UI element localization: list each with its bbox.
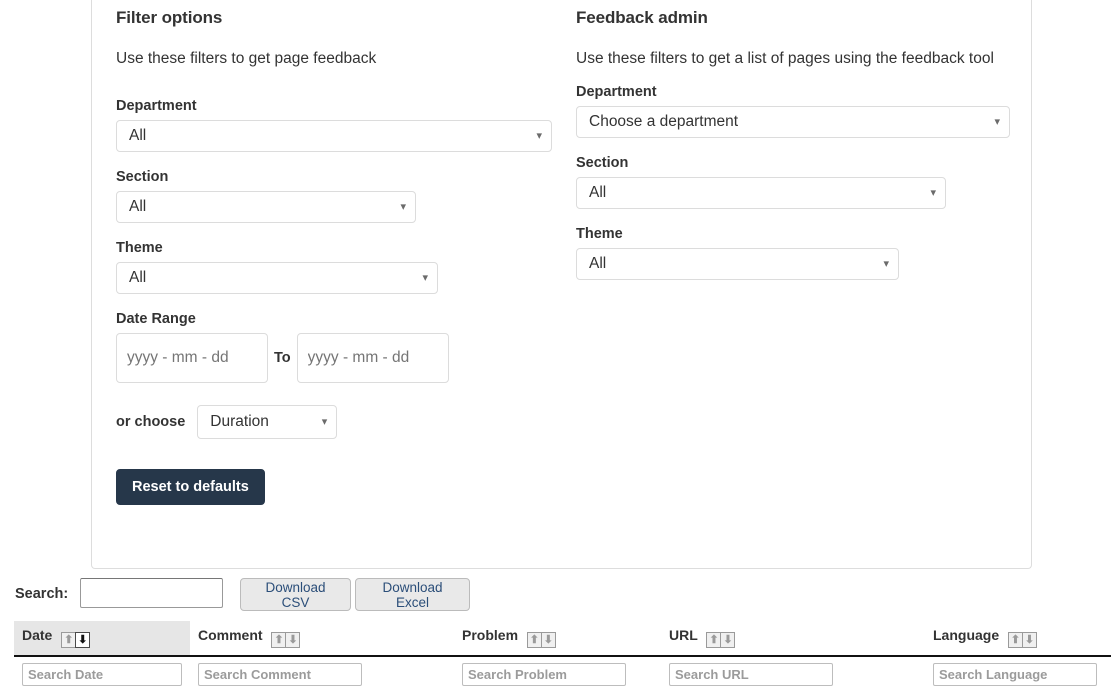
select-admin-section[interactable]: All ▾ bbox=[576, 177, 946, 209]
field-group-theme: Theme All ▾ bbox=[116, 240, 556, 294]
column-header-date-label: Date bbox=[22, 627, 52, 643]
column-header-problem[interactable]: Problem ⬆⬇ bbox=[454, 621, 661, 656]
date-range-row: To bbox=[116, 333, 556, 383]
reset-to-defaults-button[interactable]: Reset to defaults bbox=[116, 469, 265, 505]
select-department-value: All bbox=[129, 127, 146, 144]
duration-prefix-label: or choose bbox=[116, 414, 185, 430]
filter-card: Filter options Use these filters to get … bbox=[91, 0, 1032, 569]
sort-ascending-icon[interactable]: ⬆ bbox=[61, 632, 76, 648]
select-admin-theme[interactable]: All ▾ bbox=[576, 248, 899, 280]
select-theme[interactable]: All ▾ bbox=[116, 262, 438, 294]
chevron-down-icon: ▾ bbox=[400, 192, 406, 223]
table-toolbar: Search: Download CSV Download Excel bbox=[0, 578, 1111, 618]
select-admin-section-value: All bbox=[589, 184, 606, 201]
feedback-admin-description: Use these filters to get a list of pages… bbox=[576, 48, 1010, 70]
label-admin-department: Department bbox=[576, 84, 1010, 100]
column-search-cell-url bbox=[661, 656, 925, 690]
column-search-input-language[interactable] bbox=[933, 663, 1097, 686]
filter-options-title: Filter options bbox=[116, 8, 556, 28]
column-header-comment-label: Comment bbox=[198, 627, 263, 643]
chevron-down-icon: ▾ bbox=[422, 263, 428, 294]
filter-card-inner: Filter options Use these filters to get … bbox=[92, 0, 1031, 568]
feedback-table: Date ⬆⬇ Comment ⬆⬇ Problem ⬆⬇ URL bbox=[14, 621, 1111, 690]
chevron-down-icon: ▾ bbox=[994, 107, 1000, 138]
sort-ascending-icon[interactable]: ⬆ bbox=[706, 632, 721, 648]
sort-ascending-icon[interactable]: ⬆ bbox=[1008, 632, 1023, 648]
sort-controls-language: ⬆⬇ bbox=[1008, 630, 1037, 648]
sort-descending-icon[interactable]: ⬇ bbox=[285, 632, 300, 648]
sort-controls-url: ⬆⬇ bbox=[706, 630, 735, 648]
select-admin-department[interactable]: Choose a department ▾ bbox=[576, 106, 1010, 138]
sort-controls-comment: ⬆⬇ bbox=[271, 630, 300, 648]
search-input[interactable] bbox=[80, 578, 223, 608]
column-search-input-url[interactable] bbox=[669, 663, 833, 686]
column-header-date[interactable]: Date ⬆⬇ bbox=[14, 621, 190, 656]
field-group-date-range: Date Range To bbox=[116, 311, 556, 383]
select-admin-department-value: Choose a department bbox=[589, 113, 738, 130]
column-search-input-problem[interactable] bbox=[462, 663, 626, 686]
table-header-row: Date ⬆⬇ Comment ⬆⬇ Problem ⬆⬇ URL bbox=[14, 621, 1111, 656]
sort-controls-date: ⬆⬇ bbox=[61, 630, 90, 648]
select-admin-theme-value: All bbox=[589, 255, 606, 272]
label-department: Department bbox=[116, 98, 556, 114]
field-group-admin-section: Section All ▾ bbox=[576, 155, 1010, 209]
column-search-cell-language bbox=[925, 656, 1111, 690]
date-range-separator: To bbox=[268, 350, 297, 366]
download-excel-button[interactable]: Download Excel bbox=[355, 578, 470, 611]
label-section: Section bbox=[116, 169, 556, 185]
field-group-department: Department All ▾ bbox=[116, 98, 556, 152]
sort-ascending-icon[interactable]: ⬆ bbox=[271, 632, 286, 648]
label-admin-section: Section bbox=[576, 155, 1010, 171]
select-section[interactable]: All ▾ bbox=[116, 191, 416, 223]
date-range-end-input[interactable] bbox=[297, 333, 449, 383]
column-header-comment[interactable]: Comment ⬆⬇ bbox=[190, 621, 454, 656]
sort-descending-icon[interactable]: ⬇ bbox=[541, 632, 556, 648]
column-header-language[interactable]: Language ⬆⬇ bbox=[925, 621, 1111, 656]
label-admin-theme: Theme bbox=[576, 226, 1010, 242]
sort-ascending-icon[interactable]: ⬆ bbox=[527, 632, 542, 648]
chevron-down-icon: ▾ bbox=[322, 406, 328, 439]
filter-options-panel: Filter options Use these filters to get … bbox=[116, 8, 556, 505]
column-search-cell-problem bbox=[454, 656, 661, 690]
sort-descending-icon[interactable]: ⬇ bbox=[720, 632, 735, 648]
table-column-search-row bbox=[14, 656, 1111, 690]
sort-controls-problem: ⬆⬇ bbox=[527, 630, 556, 648]
download-csv-button[interactable]: Download CSV bbox=[240, 578, 351, 611]
date-range-start-input[interactable] bbox=[116, 333, 268, 383]
column-header-url-label: URL bbox=[669, 627, 698, 643]
field-group-section: Section All ▾ bbox=[116, 169, 556, 223]
select-duration[interactable]: Duration ▾ bbox=[197, 405, 337, 439]
sort-descending-icon[interactable]: ⬇ bbox=[1022, 632, 1037, 648]
select-duration-value: Duration bbox=[210, 413, 269, 430]
select-department[interactable]: All ▾ bbox=[116, 120, 552, 152]
chevron-down-icon: ▾ bbox=[883, 249, 889, 280]
select-theme-value: All bbox=[129, 269, 146, 286]
search-label: Search: bbox=[15, 586, 68, 602]
filter-options-description: Use these filters to get page feedback bbox=[116, 48, 556, 70]
column-search-cell-date bbox=[14, 656, 190, 690]
duration-row: or choose Duration ▾ bbox=[116, 405, 556, 439]
feedback-admin-panel: Feedback admin Use these filters to get … bbox=[576, 8, 1010, 297]
sort-descending-icon[interactable]: ⬇ bbox=[75, 632, 90, 648]
chevron-down-icon: ▾ bbox=[536, 121, 542, 152]
select-section-value: All bbox=[129, 198, 146, 215]
table-head: Date ⬆⬇ Comment ⬆⬇ Problem ⬆⬇ URL bbox=[14, 621, 1111, 690]
field-group-admin-department: Department Choose a department ▾ bbox=[576, 84, 1010, 138]
column-header-url[interactable]: URL ⬆⬇ bbox=[661, 621, 925, 656]
label-date-range: Date Range bbox=[116, 311, 556, 327]
feedback-admin-title: Feedback admin bbox=[576, 8, 1010, 28]
column-search-input-date[interactable] bbox=[22, 663, 182, 686]
chevron-down-icon: ▾ bbox=[930, 178, 936, 209]
column-search-input-comment[interactable] bbox=[198, 663, 362, 686]
label-theme: Theme bbox=[116, 240, 556, 256]
column-header-problem-label: Problem bbox=[462, 627, 518, 643]
column-header-language-label: Language bbox=[933, 627, 999, 643]
field-group-admin-theme: Theme All ▾ bbox=[576, 226, 1010, 280]
column-search-cell-comment bbox=[190, 656, 454, 690]
